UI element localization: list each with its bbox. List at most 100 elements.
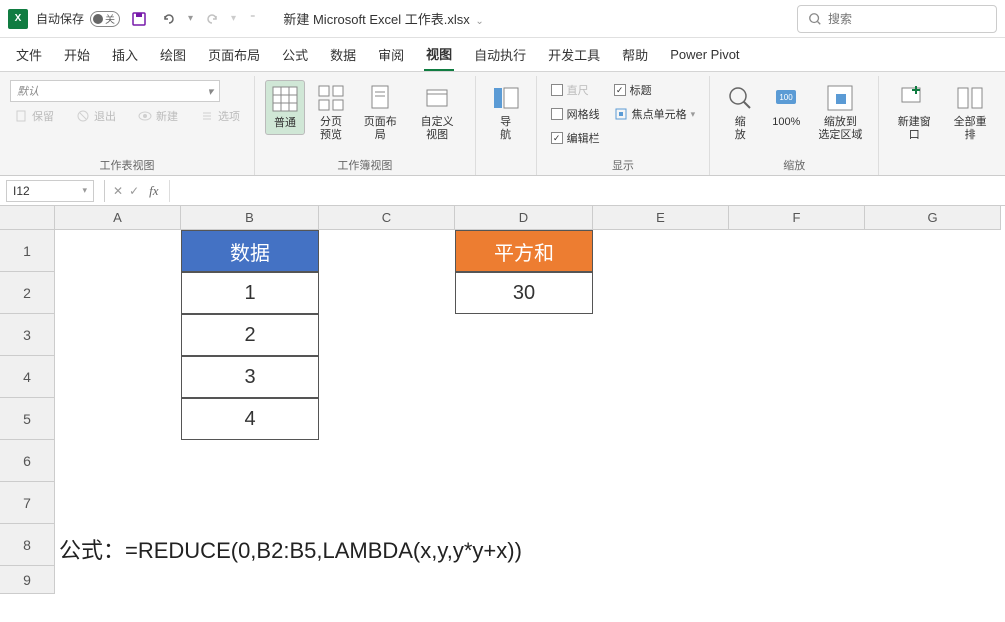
tab-data[interactable]: 数据 [328,39,358,70]
group-zoom: 缩 放 100 100% 缩放到 选定区域 缩放 [710,76,879,175]
cell-B1[interactable]: 数据 [181,230,319,272]
rowhead-2[interactable]: 2 [0,272,55,314]
tab-insert[interactable]: 插入 [110,39,140,70]
arrange-icon [956,84,984,112]
colhead-D[interactable]: D [455,206,593,230]
fx-icon[interactable]: fx [149,183,158,199]
pagebreak-button[interactable]: 分页 预览 [311,80,351,146]
tab-auto[interactable]: 自动执行 [472,39,528,70]
formula-input[interactable] [169,180,1005,202]
keep-button[interactable]: 保留 [10,106,58,126]
cell-B4[interactable]: 3 [181,356,319,398]
checkbox-icon [614,84,626,96]
zoom-selection-button[interactable]: 缩放到 选定区域 [812,80,868,146]
tab-powerpivot[interactable]: Power Pivot [668,41,741,68]
view-options-button[interactable]: 选项 [196,106,244,126]
formula-bar: I12 ▾ ✕ ✓ fx [0,176,1005,206]
tab-view[interactable]: 视图 [424,38,454,71]
undo-button[interactable] [158,8,180,30]
group-show: 直尺 网格线 编辑栏 标题 焦点单元格 ▾ 显示 [537,76,711,175]
rowhead-5[interactable]: 5 [0,398,55,440]
tab-draw[interactable]: 绘图 [158,39,188,70]
tab-help[interactable]: 帮助 [620,39,650,70]
select-all-corner[interactable] [0,206,55,230]
rowhead-3[interactable]: 3 [0,314,55,356]
cell-A8[interactable]: 公式：=REDUCE(0,B2:B5,LAMBDA(x,y,y*y+x)) [59,528,522,570]
cell-B2[interactable]: 1 [181,272,319,314]
autosave-toggle[interactable]: 关 [90,11,120,27]
group-label-wbview: 工作簿视图 [265,153,465,175]
group-wbview: 普通 分页 预览 页面布局 自定义视图 工作簿视图 [255,76,476,175]
autosave-control[interactable]: 自动保存 关 [36,10,120,27]
tab-pagelayout[interactable]: 页面布局 [206,39,262,70]
checkbox-icon [551,132,563,144]
search-input[interactable] [828,12,986,26]
ribbon: 默认 ▾ 保留 退出 新建 选项 [0,72,1005,176]
zoom-100-button[interactable]: 100 100% [766,80,806,133]
customview-button[interactable]: 自定义视图 [410,80,465,146]
colhead-B[interactable]: B [181,206,319,230]
cell-B5[interactable]: 4 [181,398,319,440]
column-headers: A B C D E F G [55,206,1001,230]
qat-customize[interactable]: ⁼ [250,13,255,24]
row-headers: 1 2 3 4 5 6 7 8 9 [0,230,55,594]
group-window: 新建窗口 全部重排 [879,76,1005,175]
tab-dev[interactable]: 开发工具 [546,39,602,70]
redo-button[interactable] [201,8,223,30]
rowhead-8[interactable]: 8 [0,524,55,566]
save-button[interactable] [128,8,150,30]
colhead-C[interactable]: C [319,206,455,230]
exit-button[interactable]: 退出 [72,106,120,126]
focus-icon [614,107,628,121]
rowhead-4[interactable]: 4 [0,356,55,398]
headings-check[interactable]: 标题 [610,80,700,100]
group-sheetview: 默认 ▾ 保留 退出 新建 选项 [0,76,255,175]
colhead-F[interactable]: F [729,206,865,230]
pagelayout-button[interactable]: 页面布局 [357,80,404,146]
nav-button[interactable]: 导 航 [486,80,526,146]
cell-D1[interactable]: 平方和 [455,230,593,272]
sheetview-combo[interactable]: 默认 ▾ [10,80,220,102]
tab-formulas[interactable]: 公式 [280,39,310,70]
grid[interactable]: A B C D E F G 1 2 3 4 5 6 7 8 9 数据 1 2 3… [0,206,1005,622]
rowhead-1[interactable]: 1 [0,230,55,272]
redo-dropdown[interactable]: ▾ [231,13,236,24]
ruler-check[interactable]: 直尺 [547,80,604,100]
group-label-show: 显示 [547,153,700,175]
name-box[interactable]: I12 ▾ [6,180,94,202]
tab-home[interactable]: 开始 [62,39,92,70]
zoom-button[interactable]: 缩 放 [720,80,760,146]
accept-icon[interactable]: ✓ [129,184,139,198]
rowhead-6[interactable]: 6 [0,440,55,482]
exit-icon [76,109,90,123]
cell-D2[interactable]: 30 [455,272,593,314]
focus-cell-button[interactable]: 焦点单元格 ▾ [610,104,700,124]
rowhead-7[interactable]: 7 [0,482,55,524]
formulabar-check[interactable]: 编辑栏 [547,128,604,148]
colhead-G[interactable]: G [865,206,1001,230]
autosave-label: 自动保存 [36,10,84,27]
undo-dropdown[interactable]: ▾ [188,13,193,24]
colhead-A[interactable]: A [55,206,181,230]
chevron-down-icon: ▾ [207,85,213,98]
tab-review[interactable]: 审阅 [376,39,406,70]
fx-icons: ✕ ✓ fx [109,183,163,199]
zoomsel-icon [826,84,854,112]
tab-file[interactable]: 文件 [14,39,44,70]
search-box[interactable] [797,5,997,33]
title-bar: X 自动保存 关 ▾ ▾ ⁼ 新建 Microsoft Excel 工作表.xl… [0,0,1005,38]
document-title[interactable]: 新建 Microsoft Excel 工作表.xlsx ⌄ [283,9,483,28]
colhead-E[interactable]: E [593,206,729,230]
rowhead-9[interactable]: 9 [0,566,55,594]
arrange-button[interactable]: 全部重排 [945,80,995,146]
gridlines-check[interactable]: 网格线 [547,104,604,124]
pagebreak-icon [317,84,345,112]
list-icon [200,109,214,123]
new-view-button[interactable]: 新建 [134,106,182,126]
cell-B3[interactable]: 2 [181,314,319,356]
cancel-icon[interactable]: ✕ [113,184,123,198]
search-icon [808,12,822,26]
new-window-button[interactable]: 新建窗口 [889,80,939,146]
normal-view-button[interactable]: 普通 [265,80,305,135]
svg-text:100: 100 [780,93,794,102]
